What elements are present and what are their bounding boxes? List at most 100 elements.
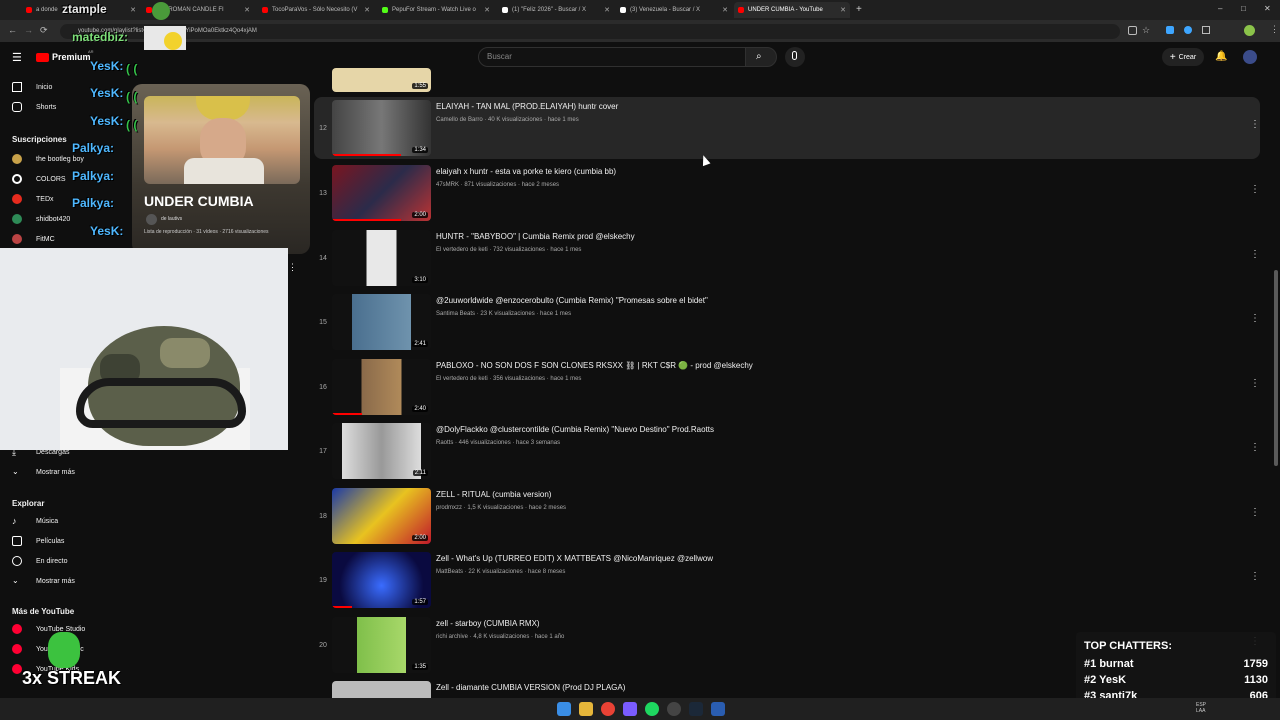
sidebar-item-subscription[interactable]: shidbot420 — [12, 212, 70, 226]
close-tab-icon[interactable]: ✕ — [840, 6, 846, 14]
hamburger-menu-icon[interactable]: ☰ — [12, 51, 22, 64]
notifications-bell-icon[interactable]: 🔔 — [1215, 51, 1227, 62]
browser-tab[interactable]: (3) Venezuela - Buscar / X ✕ — [616, 2, 732, 18]
video-thumbnail[interactable]: 1:34 — [332, 100, 431, 156]
youtube-logo-icon[interactable] — [36, 53, 49, 62]
more-actions-icon[interactable]: ⋮ — [1250, 508, 1260, 518]
account-avatar[interactable] — [1243, 50, 1257, 64]
video-thumbnail[interactable]: 2:00 — [332, 165, 431, 221]
spotify-icon[interactable] — [645, 702, 659, 716]
url-input[interactable]: youtube.com/playlist?list=PLVxx...amZ-xY… — [60, 24, 1120, 39]
owner-avatar[interactable] — [146, 214, 157, 225]
playlist-row[interactable]: 12 1:34 ELAIYAH - TAN MAL (PROD.ELAIYAH)… — [314, 97, 1260, 159]
profile-avatar[interactable] — [1244, 25, 1255, 36]
new-tab-icon[interactable]: + — [856, 4, 862, 15]
browser-tab[interactable]: TocoParaVos - Sólo Necesito (V ✕ — [258, 2, 374, 18]
video-thumbnail[interactable]: 1:55 — [332, 68, 431, 92]
video-thumbnail[interactable]: 2:00 — [332, 488, 431, 544]
windows-start-icon[interactable] — [557, 702, 571, 716]
playlist-row[interactable]: 1:55 — [314, 68, 1260, 94]
sidebar-item-shorts[interactable]: Shorts — [12, 100, 56, 114]
video-meta[interactable]: 47sMRK · 871 visualizaciones · hace 2 me… — [436, 182, 559, 188]
video-meta[interactable]: Camello de Barro · 40 K visualizaciones … — [436, 117, 579, 123]
playlist-row[interactable]: 18 2:00 ZELL - RITUAL (cumbia version) p… — [314, 485, 1260, 547]
playlist-owner[interactable]: de lautivs — [161, 216, 182, 222]
discord-icon[interactable] — [623, 702, 637, 716]
search-button[interactable]: ⌕ — [745, 47, 777, 67]
more-actions-icon[interactable]: ⋮ — [1250, 443, 1260, 453]
video-thumbnail[interactable]: 2:41 — [332, 294, 431, 350]
search-input[interactable]: Buscar — [478, 47, 746, 67]
more-actions-icon[interactable]: ⋮ — [1250, 250, 1260, 260]
video-thumbnail[interactable] — [332, 681, 431, 698]
video-title[interactable]: @2uuworldwide @enzocerobulto (Cumbia Rem… — [436, 296, 708, 305]
playlist-row[interactable]: 13 2:00 elaiyah x huntr - esta va porke … — [314, 162, 1260, 224]
video-title[interactable]: Zell - What's Up (TURREO EDIT) X MATTBEA… — [436, 554, 713, 563]
video-meta[interactable]: richi archive · 4,8 K visualizaciones · … — [436, 634, 564, 640]
reload-icon[interactable]: ⟳ — [40, 25, 48, 36]
close-tab-icon[interactable]: ✕ — [604, 6, 610, 14]
more-actions-icon[interactable]: ⋮ — [1250, 185, 1260, 195]
sidebar-item-subscription[interactable]: TEDx — [12, 192, 54, 206]
video-title[interactable]: @DolyFlackko @clustercontilde (Cumbia Re… — [436, 425, 714, 434]
sidebar-item-subscription[interactable]: FitMC — [12, 232, 55, 246]
video-title[interactable]: Zell - diamante CUMBIA VERSION (Prod DJ … — [436, 683, 625, 692]
bookmark-star-icon[interactable]: ☆ — [1142, 25, 1150, 36]
close-tab-icon[interactable]: ✕ — [722, 6, 728, 14]
sidebar-show-more[interactable]: ⌄ Mostrar más — [12, 465, 75, 479]
steam-icon[interactable] — [689, 702, 703, 716]
obs-icon[interactable] — [667, 702, 681, 716]
chrome-icon[interactable] — [601, 702, 615, 716]
video-meta[interactable]: El vertedero de keti · 356 visualizacion… — [436, 376, 581, 382]
sidebar-item-movies[interactable]: Películas — [12, 534, 64, 548]
sidebar-show-more[interactable]: ⌄ Mostrar más — [12, 574, 75, 588]
subscriptions-heading[interactable]: Suscripciones — [12, 135, 67, 144]
playlist-cover-image[interactable] — [144, 96, 300, 184]
playlist-row[interactable]: 15 2:41 @2uuworldwide @enzocerobulto (Cu… — [314, 291, 1260, 353]
install-icon[interactable] — [1128, 26, 1137, 35]
playlist-row[interactable]: 16 2:40 PABLOXO - NO SON DOS F SON CLONE… — [314, 356, 1260, 418]
playlist-row[interactable]: 17 2:11 @DolyFlackko @clustercontilde (C… — [314, 420, 1260, 482]
video-title[interactable]: elaiyah x huntr - esta va porke te kiero… — [436, 167, 616, 176]
video-title[interactable]: PABLOXO - NO SON DOS F SON CLONES RKSXX … — [436, 361, 753, 370]
video-thumbnail[interactable]: 3:10 — [332, 230, 431, 286]
scrollbar-thumb[interactable] — [1274, 270, 1278, 466]
video-thumbnail[interactable]: 2:11 — [332, 423, 431, 479]
browser-tab[interactable]: (1) "Feliz 2026" - Buscar / X ✕ — [498, 2, 614, 18]
sidebar-item-subscription[interactable]: COLORS — [12, 172, 66, 186]
more-actions-icon[interactable]: ⋮ — [1250, 572, 1260, 582]
close-window-icon[interactable]: ✕ — [1264, 4, 1271, 13]
video-title[interactable]: ELAIYAH - TAN MAL (PROD.ELAIYAH) huntr c… — [436, 102, 618, 111]
extensions-puzzle-icon[interactable] — [1202, 26, 1210, 34]
close-tab-icon[interactable]: ✕ — [364, 6, 370, 14]
video-meta[interactable]: Santima Beats · 23 K visualizaciones · h… — [436, 311, 571, 317]
video-meta[interactable]: prodmxzz · 1,5 K visualizaciones · hace … — [436, 505, 566, 511]
close-tab-icon[interactable]: ✕ — [244, 6, 250, 14]
sidebar-item-music[interactable]: ♪ Música — [12, 514, 58, 528]
video-thumbnail[interactable]: 1:57 — [332, 552, 431, 608]
playlist-more-icon[interactable]: ⋮ — [288, 262, 297, 273]
video-thumbnail[interactable]: 1:35 — [332, 617, 431, 673]
back-icon[interactable]: ← — [8, 25, 17, 35]
extension-icon[interactable] — [1166, 26, 1174, 34]
browser-tab[interactable]: PepuFor Stream - Watch Live o ✕ — [378, 2, 494, 18]
more-actions-icon[interactable]: ⋮ — [1250, 120, 1260, 130]
video-meta[interactable]: Raotts · 446 visualizaciones · hace 3 se… — [436, 440, 560, 446]
playlist-row[interactable]: 19 1:57 Zell - What's Up (TURREO EDIT) X… — [314, 549, 1260, 611]
maximize-icon[interactable]: □ — [1241, 4, 1246, 13]
more-actions-icon[interactable]: ⋮ — [1250, 379, 1260, 389]
create-button[interactable]: + Crear — [1162, 48, 1204, 66]
video-meta[interactable]: El vertedero de keti · 732 visualizacion… — [436, 247, 581, 253]
forward-icon[interactable]: → — [24, 25, 33, 35]
language-indicator[interactable]: ESP LAA — [1196, 702, 1206, 714]
close-tab-icon[interactable]: ✕ — [484, 6, 490, 14]
browser-tab-active[interactable]: UNDER CUMBIA - YouTube ✕ — [734, 2, 850, 18]
youtube-premium-logo[interactable]: Premium — [52, 52, 91, 62]
video-thumbnail[interactable]: 2:40 — [332, 359, 431, 415]
playlist-row[interactable]: 14 3:10 HUNTR - "BABYBOO" | Cumbia Remix… — [314, 227, 1260, 289]
video-title[interactable]: HUNTR - "BABYBOO" | Cumbia Remix prod @e… — [436, 232, 635, 241]
voice-search-button[interactable] — [785, 47, 805, 67]
more-actions-icon[interactable]: ⋮ — [1250, 314, 1260, 324]
sidebar-item-home[interactable]: Inicio — [12, 80, 52, 94]
file-explorer-icon[interactable] — [579, 702, 593, 716]
